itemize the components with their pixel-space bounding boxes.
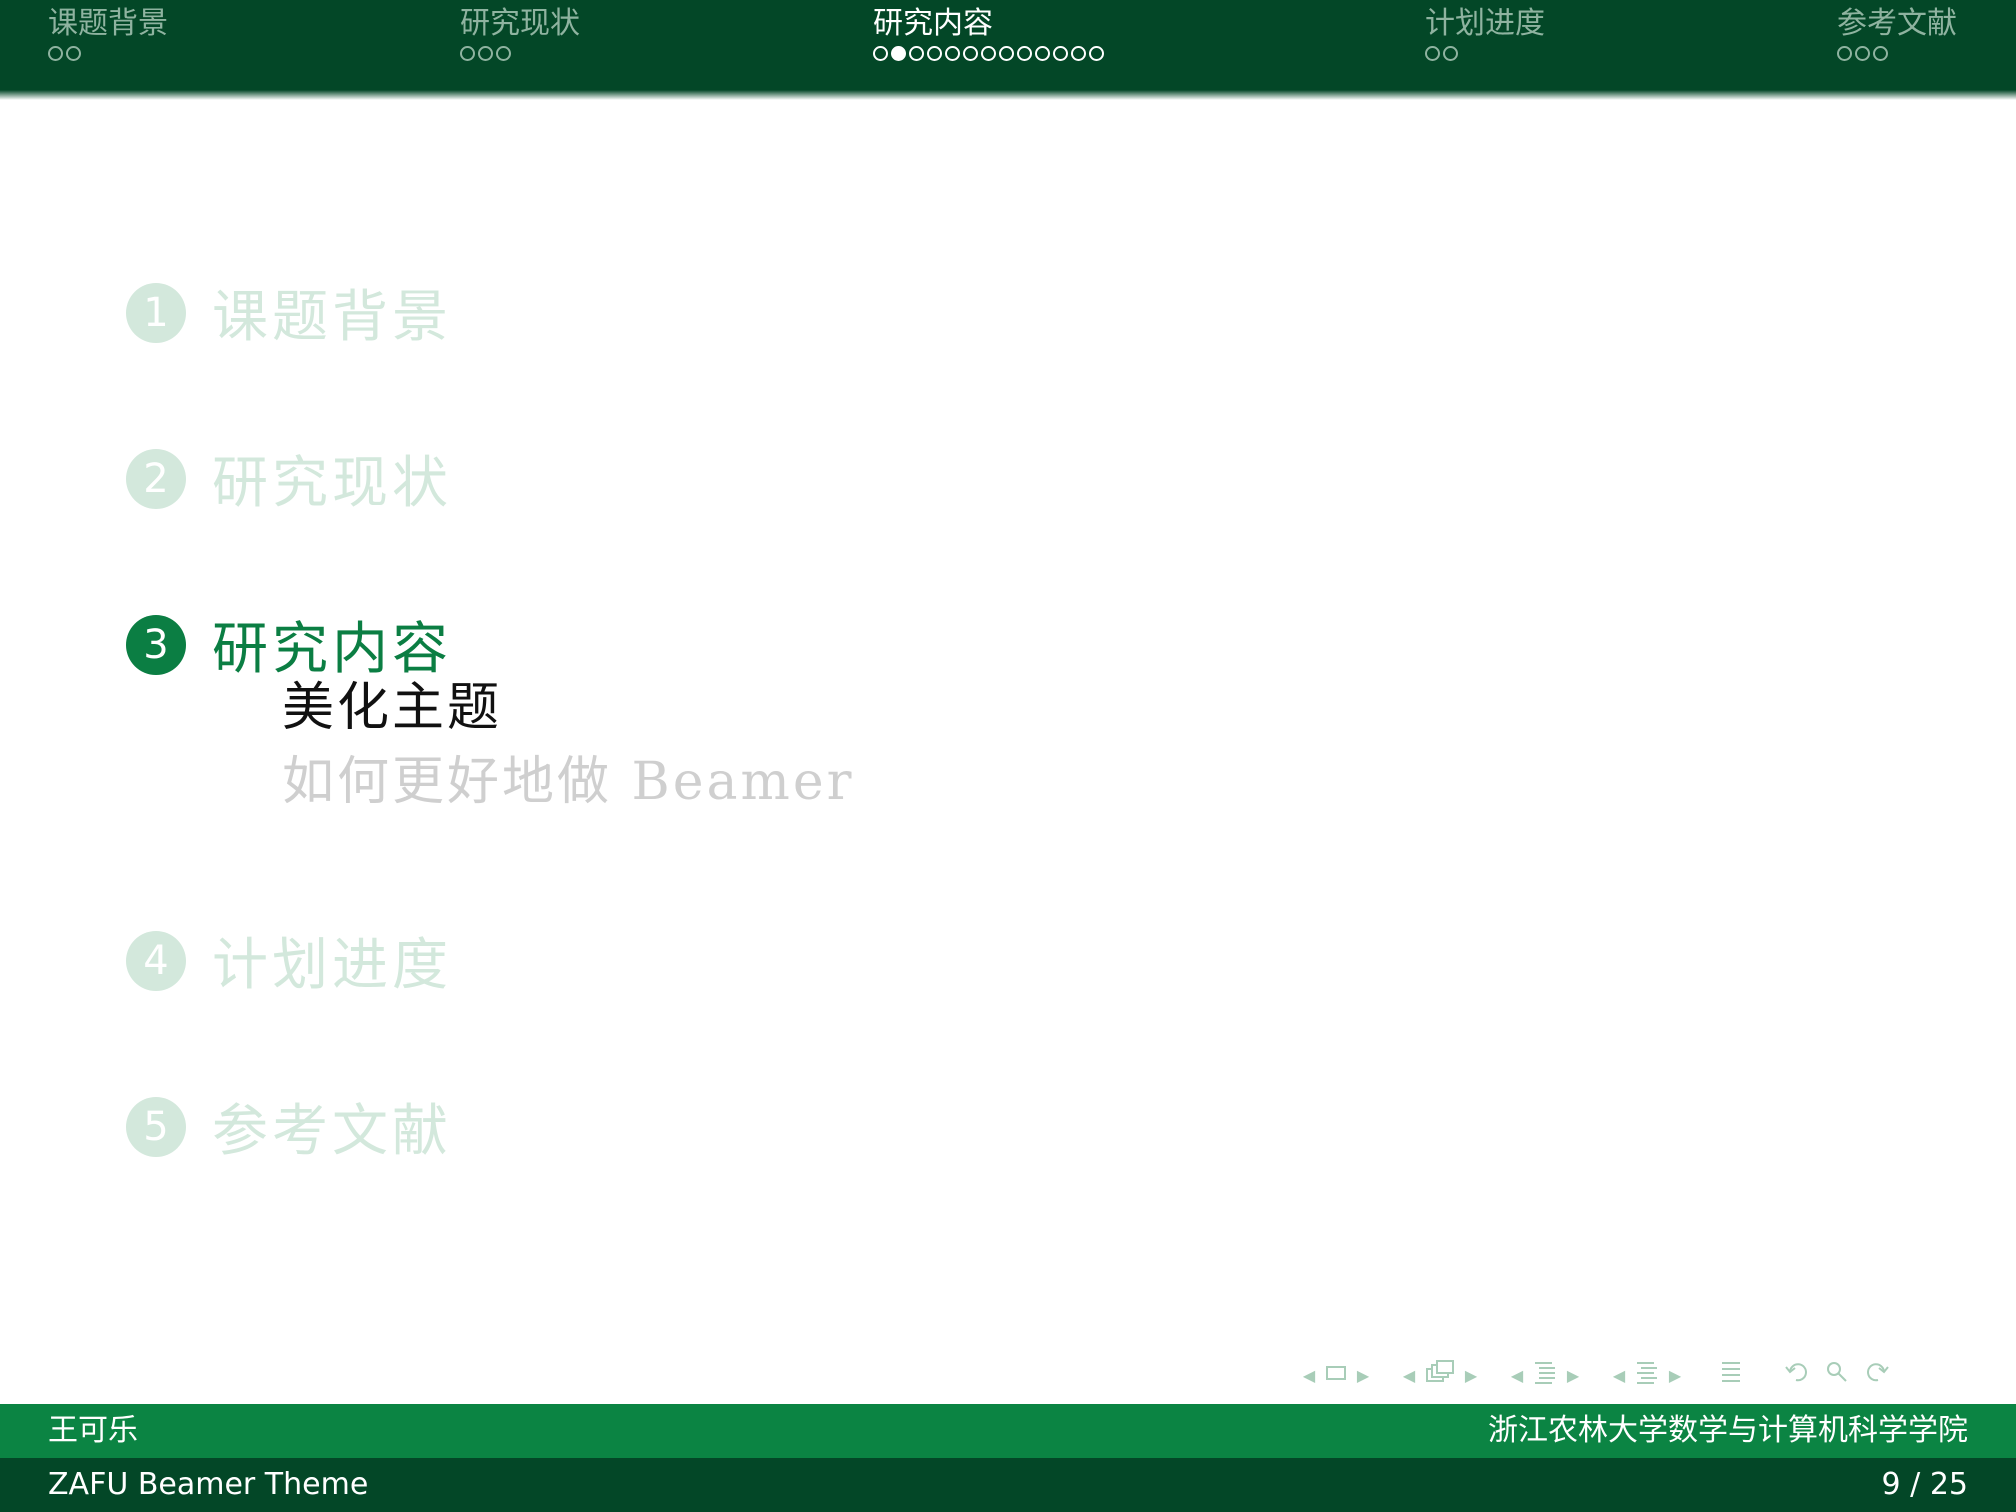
prev-frame-icon[interactable]: ◀ (1300, 1366, 1318, 1385)
nav-section-2[interactable]: 研究现状 (460, 4, 580, 61)
frame-dot[interactable] (1837, 46, 1852, 61)
toc-label: 参考文献 (212, 1099, 452, 1164)
footer-top-bar: 王可乐 浙江农林大学数学与计算机科学学院 (0, 1404, 2016, 1458)
prev-subsection-icon[interactable]: ◀ (1400, 1366, 1418, 1385)
nav-dots[interactable] (1425, 46, 1545, 61)
frame-dot[interactable] (1443, 46, 1458, 61)
header-shadow (0, 90, 2016, 100)
frame-dot[interactable] (1855, 46, 1870, 61)
search-icon[interactable] (1824, 1359, 1850, 1391)
nav-section-title[interactable]: 研究现状 (460, 4, 580, 44)
navigation-symbols: ◀ ▶ ◀ ▶ ◀ ▶ ◀ ▶ (1300, 1358, 1896, 1392)
frame-dot[interactable] (963, 46, 978, 61)
footer-bottom-bar: ZAFU Beamer Theme 9 / 25 (0, 1458, 2016, 1512)
frame-dot[interactable] (48, 46, 63, 61)
frame-dot[interactable] (478, 46, 493, 61)
toc-number-badge: 5 (126, 1096, 186, 1157)
frame-dot[interactable] (66, 46, 81, 61)
page-current: 9 (1881, 1467, 1901, 1502)
frame-dot[interactable] (999, 46, 1014, 61)
nav-section-4[interactable]: 计划进度 (1425, 4, 1545, 61)
toc-item-5[interactable]: 5 参考文献 (126, 1086, 452, 1167)
frame-nav: ◀ ▶ (1300, 1363, 1372, 1388)
redo-icon[interactable] (1862, 1359, 1890, 1391)
frame-dot[interactable] (873, 46, 888, 61)
section-nav: ◀ ▶ (1508, 1359, 1582, 1391)
author-name: 王可乐 (48, 1413, 138, 1448)
nav-section-3[interactable]: 研究内容 (873, 4, 1104, 61)
presentation-title: ZAFU Beamer Theme (48, 1467, 369, 1502)
toc-number-badge: 4 (126, 930, 186, 991)
frame-dot[interactable] (981, 46, 996, 61)
frame-dot[interactable] (891, 46, 906, 61)
frame-dot[interactable] (1425, 46, 1440, 61)
section-icon[interactable] (1532, 1359, 1558, 1391)
prev-presentation-icon[interactable]: ◀ (1610, 1366, 1628, 1385)
frame-dot[interactable] (1053, 46, 1068, 61)
undo-icon[interactable] (1784, 1359, 1812, 1391)
frame-dot[interactable] (1089, 46, 1104, 61)
toc-item-3[interactable]: 3 研究内容 (126, 604, 452, 685)
nav-section-title[interactable]: 计划进度 (1425, 4, 1545, 44)
page-separator: / (1910, 1467, 1921, 1502)
page-counter: 9 / 25 (1882, 1458, 1968, 1512)
frame-dot[interactable] (927, 46, 942, 61)
next-presentation-icon[interactable]: ▶ (1666, 1366, 1684, 1385)
toc-label: 研究内容 (212, 617, 452, 682)
frame-dot[interactable] (1071, 46, 1086, 61)
frame-dot[interactable] (945, 46, 960, 61)
presentation-icon[interactable] (1634, 1359, 1660, 1391)
outline-nav (1712, 1359, 1750, 1391)
toc-item-2[interactable]: 2 研究现状 (126, 438, 452, 519)
nav-section-1[interactable]: 课题背景 (48, 4, 168, 61)
nav-dots[interactable] (873, 46, 1104, 61)
presentation-nav: ◀ ▶ (1610, 1359, 1684, 1391)
toc-item-1[interactable]: 1 课题背景 (126, 272, 452, 353)
toc-number-badge: 1 (126, 282, 186, 343)
nav-section-5[interactable]: 参考文献 (1837, 4, 1957, 61)
toc-number-badge: 3 (126, 614, 186, 675)
next-subsection-icon[interactable]: ▶ (1462, 1366, 1480, 1385)
toc-number-badge: 2 (126, 448, 186, 509)
toc-subitem-1[interactable]: 美化主题 (282, 676, 502, 740)
nav-dots[interactable] (460, 46, 580, 61)
nav-section-title[interactable]: 课题背景 (48, 4, 168, 44)
nav-section-title[interactable]: 研究内容 (873, 4, 1104, 44)
header-bar: 课题背景 研究现状 研究内容 计划进度 参考文献 (0, 0, 2016, 90)
toc-label: 课题背景 (212, 285, 452, 350)
prev-section-icon[interactable]: ◀ (1508, 1366, 1526, 1385)
frame-icon[interactable] (1324, 1363, 1348, 1388)
toc-label: 研究现状 (212, 451, 452, 516)
frame-dot[interactable] (1873, 46, 1888, 61)
next-section-icon[interactable]: ▶ (1564, 1366, 1582, 1385)
frame-dot[interactable] (1035, 46, 1050, 61)
frame-dot[interactable] (1017, 46, 1032, 61)
search-nav (1778, 1359, 1896, 1391)
subsection-icon[interactable] (1424, 1359, 1456, 1391)
subsection-nav: ◀ ▶ (1400, 1359, 1480, 1391)
nav-dots[interactable] (48, 46, 168, 61)
frame-dot[interactable] (909, 46, 924, 61)
toc-label: 计划进度 (212, 933, 452, 998)
page-total: 25 (1929, 1467, 1968, 1502)
toc-subitem-2[interactable]: 如何更好地做 Beamer (282, 750, 854, 814)
frame-dot[interactable] (496, 46, 511, 61)
nav-section-title[interactable]: 参考文献 (1837, 4, 1957, 44)
next-frame-icon[interactable]: ▶ (1354, 1366, 1372, 1385)
toc-item-4[interactable]: 4 计划进度 (126, 920, 452, 1001)
outline-icon[interactable] (1718, 1359, 1744, 1391)
institute-name: 浙江农林大学数学与计算机科学学院 (1488, 1413, 1968, 1448)
frame-dot[interactable] (460, 46, 475, 61)
nav-dots[interactable] (1837, 46, 1957, 61)
